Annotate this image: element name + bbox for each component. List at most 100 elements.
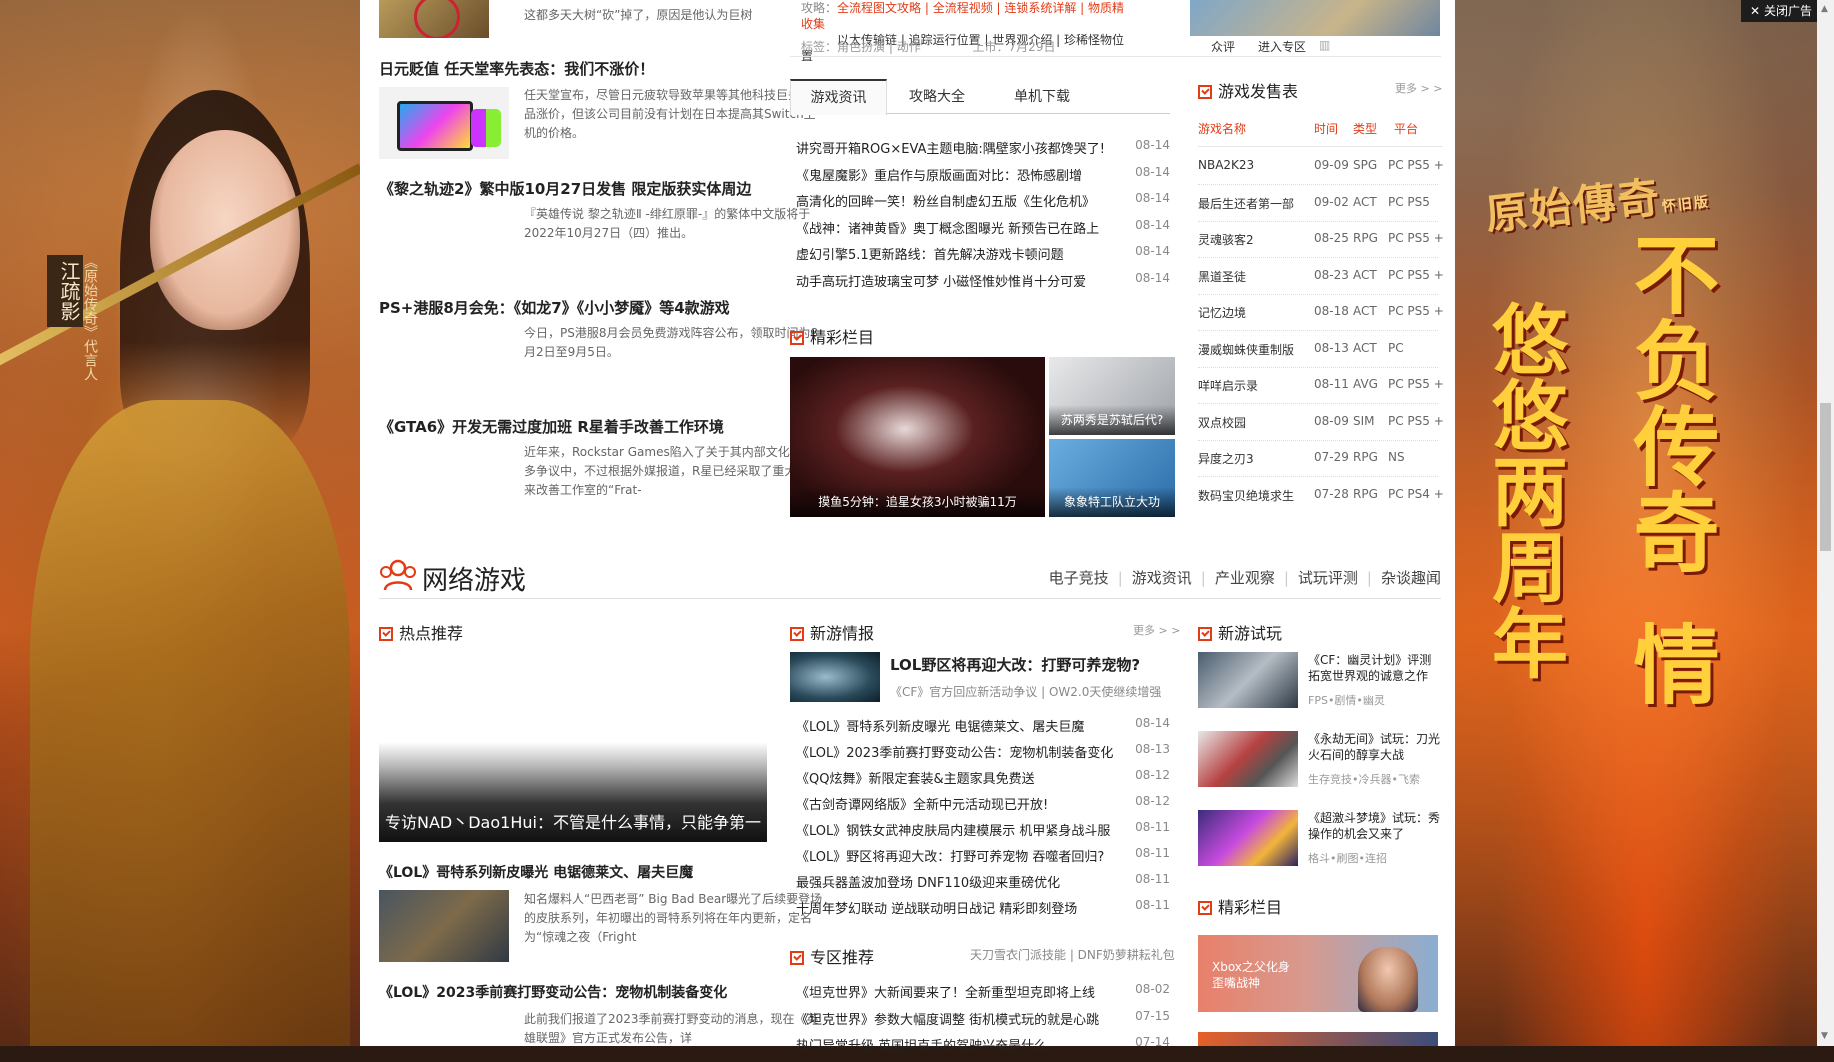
list-item-title[interactable]: 《战神：诸神黄昏》奥丁概念图曝光 新预告已在路上 [796,218,1126,237]
game-name[interactable]: 咩咩启示录 [1198,377,1258,394]
more-link[interactable]: 更多 > > [1395,80,1442,96]
news-title[interactable]: 日元贬值 任天堂率先表态：我们不涨价！ [379,58,654,79]
table-row[interactable]: 记忆边境 08-18 ACT PC PS5 + [1198,294,1444,331]
list-item-title[interactable]: 《LOL》钢铁女武神皮肤局内建模展示 机甲紧身战斗服 [796,820,1128,839]
nav-link-esports[interactable]: 电子竞技 [1049,569,1109,587]
trial-thumb[interactable] [1198,652,1298,708]
nav-link-industry[interactable]: 产业观察 [1215,569,1275,587]
table-row[interactable]: 漫威蜘蛛侠重制版 08-13 ACT PC [1198,331,1438,368]
lead-news-sub[interactable]: 《CF》官方回应新活动争议 | OW2.0天使继续增强 [890,683,1161,700]
list-item-title[interactable]: 讲究哥开箱ROG×EVA主题电脑:隅壁家小孩都馋哭了! [796,138,1126,157]
list-item-title[interactable]: 热门异常升级 英国坦克手的驾驶兴奋是什么 [796,1035,1128,1054]
list-item[interactable]: 《LOL》哥特系列新皮曝光 电锯德莱文、屠夫巨魔 08-14 [796,716,1170,742]
list-item-title[interactable]: 《坦克世界》大新闻要来了！全新重型坦克即将上线 [796,982,1128,1001]
game-name[interactable]: 双点校园 [1198,414,1246,431]
table-row[interactable]: NBA2K23 09-09 SPG PC PS5 + [1198,148,1444,185]
game-name[interactable]: NBA2K23 [1198,158,1254,172]
list-item[interactable]: 《LOL》钢铁女武神皮肤局内建模展示 机甲紧身战斗服 08-11 [796,820,1170,846]
lead-news-thumb[interactable] [790,652,880,702]
more-link[interactable]: 更多 > > [1133,622,1180,638]
left-ad-banner[interactable]: 江疏影 《原始传奇》代言人 [0,0,364,1046]
list-item-title[interactable]: 《QQ炫舞》新限定套装&主题家具免费送 [796,768,1128,787]
list-item[interactable]: 《LOL》2023季前赛打野变动公告：宠物机制装备变化 08-13 [796,742,1170,768]
list-item-date: 07-14 [1135,1035,1170,1049]
featured-small-image[interactable]: 苏两秀是苏轼后代? [1049,357,1175,435]
list-item[interactable]: 《坦克世界》参数大幅度调整 街机模式玩的就是心跳 07-15 [796,1009,1170,1036]
list-item-title[interactable]: 动手高玩打造玻璃宝可梦 小磁怪惟妙惟肖十分可爱 [796,271,1126,290]
game-name[interactable]: 记忆边境 [1198,304,1246,321]
list-item-title[interactable]: 《LOL》2023季前赛打野变动公告：宠物机制装备变化 [796,742,1128,761]
featured2-banner[interactable]: Xbox之父化身 歪嘴战神 [1198,935,1438,1012]
trial-title[interactable]: 《永劫无间》试玩：刀光火石间的醇享大战 [1308,731,1443,763]
list-item-title[interactable]: 十周年梦幻联动 逆战联动明日战记 精彩即刻登场 [796,898,1128,917]
list-item[interactable]: 十周年梦幻联动 逆战联动明日战记 精彩即刻登场 08-11 [796,898,1170,924]
table-row[interactable]: 异度之刃3 07-29 RPG NS [1198,440,1438,477]
table-row[interactable]: 灵魂骇客2 08-25 RPG PC PS5 + [1198,221,1444,258]
news-title[interactable]: 《LOL》2023季前赛打野变动公告：宠物机制装备变化 [379,982,727,1002]
game-name[interactable]: 最后生还者第一部 [1198,195,1294,212]
enter-zone-link[interactable]: 进入专区 [1258,38,1306,55]
list-item-title[interactable]: 虚幻引擎5.1更新路线：首先解决游戏卡顿问题 [796,244,1126,263]
table-row[interactable]: 黑道圣徒 08-23 ACT PC PS5 + [1198,258,1444,295]
list-item-title[interactable]: 《古剑奇谭网络版》全新中元活动现已开放! [796,794,1128,813]
game-name[interactable]: 数码宝贝绝境求生 [1198,487,1294,504]
list-item[interactable]: 热门异常升级 英国坦克手的驾驶兴奋是什么 07-14 [796,1035,1170,1062]
scroll-down-icon[interactable]: ▼ [1821,1031,1828,1041]
list-item[interactable]: 讲究哥开箱ROG×EVA主题电脑:隅壁家小孩都馋哭了! 08-14 [796,138,1170,165]
table-row[interactable]: 双点校园 08-09 SIM PC PS5 + [1198,404,1444,441]
game-name[interactable]: 黑道圣徒 [1198,268,1246,285]
game-cover-image[interactable] [1190,0,1440,36]
hot-slide[interactable]: 专访NAD丶Dao1Hui：不管是什么事情，只能争第一 [379,650,767,842]
trial-thumb[interactable] [1198,810,1298,866]
tab-guides[interactable]: 攻略大全 [887,80,987,114]
nav-link-misc[interactable]: 杂谈趣闻 [1381,569,1441,587]
trial-title[interactable]: 《CF：幽灵计划》评测 拓宽世界观的诚意之作 [1308,652,1443,684]
scrollbar-thumb[interactable] [1820,403,1831,551]
list-item[interactable]: 高清化的回眸一笑！粉丝自制虚幻五版《生化危机》 08-14 [796,191,1170,218]
list-item[interactable]: 《战神：诸神黄昏》奥丁概念图曝光 新预告已在路上 08-14 [796,218,1170,245]
featured-small-image[interactable]: 象象特工队立大功 [1049,439,1175,517]
list-item[interactable]: 《古剑奇谭网络版》全新中元活动现已开放! 08-12 [796,794,1170,820]
list-item[interactable]: 《坦克世界》大新闻要来了！全新重型坦克即将上线 08-02 [796,982,1170,1009]
news-thumb[interactable] [379,890,509,962]
tab-downloads[interactable]: 单机下载 [987,80,1097,114]
list-item[interactable]: 《鬼屋魔影》重启作与原版画面对比：恐怖感剧增 08-14 [796,165,1170,192]
list-item-title[interactable]: 《LOL》哥特系列新皮曝光 电锯德莱文、屠夫巨魔 [796,716,1128,735]
game-name[interactable]: 灵魂骇客2 [1198,231,1254,248]
col-header: 游戏名称 [1198,122,1247,136]
zone-links[interactable]: 天刀雪衣门派技能 | DNF奶萝耕耘礼包 [970,946,1175,963]
score-link[interactable]: 众评 [1211,38,1235,55]
table-row[interactable]: 咩咩启示录 08-11 AVG PC PS5 + [1198,367,1444,404]
list-item-title[interactable]: 《LOL》野区将再迎大改：打野可养宠物 吞噬者回归? [796,846,1128,865]
list-item[interactable]: 《LOL》野区将再迎大改：打野可养宠物 吞噬者回归? 08-11 [796,846,1170,872]
guide-links-row-1[interactable]: 全流程图文攻略 | 全流程视频 | 连锁系统详解 | 物质精收集 [801,1,1124,31]
list-item[interactable]: 最强兵器盖波加登场 DNF110级迎来重磅优化 08-11 [796,872,1170,898]
list-item[interactable]: 动手高玩打造玻璃宝可梦 小磁怪惟妙惟肖十分可爱 08-14 [796,271,1170,298]
game-name[interactable]: 异度之刃3 [1198,450,1254,467]
scroll-up-icon[interactable]: ▲ [1821,4,1828,14]
news-title[interactable]: 《黎之轨迹2》繁中版10月27日发售 限定版获实体周边 [379,178,751,199]
trial-title[interactable]: 《超激斗梦境》试玩：秀操作的机会又来了 [1308,810,1443,842]
list-item[interactable]: 《QQ炫舞》新限定套装&主题家具免费送 08-12 [796,768,1170,794]
table-row[interactable]: 最后生还者第一部 09-02 ACT PC PS5 [1198,185,1438,222]
nav-link-reviews[interactable]: 试玩评测 [1298,569,1358,587]
table-row[interactable]: 数码宝贝绝境求生 07-28 RPG PC PS4 + [1198,477,1444,513]
game-name[interactable]: 漫威蜘蛛侠重制版 [1198,341,1294,358]
lead-news-title[interactable]: LOL野区将再迎大改：打野可养宠物? [890,654,1140,675]
featured2-banner-2[interactable] [1198,1032,1438,1046]
tab-game-news[interactable]: 游戏资讯 [790,79,887,115]
nav-link-news[interactable]: 游戏资讯 [1132,569,1192,587]
list-item-title[interactable]: 《鬼屋魔影》重启作与原版画面对比：恐怖感剧增 [796,165,1126,184]
news-title[interactable]: 《GTA6》开发无需过度加班 R星着手改善工作环境 [379,416,724,437]
close-ad-button[interactable]: ✕ 关闭广告 [1741,0,1821,22]
trial-thumb[interactable] [1198,731,1298,787]
featured-big-image[interactable]: 摸鱼5分钟：追星女孩3小时被骗11万 [790,357,1045,517]
list-item-title[interactable]: 高清化的回眸一笑！粉丝自制虚幻五版《生化危机》 [796,191,1126,210]
news-title[interactable]: 《LOL》哥特系列新皮曝光 电锯德莱文、屠夫巨魔 [379,862,693,882]
list-item-title[interactable]: 《坦克世界》参数大幅度调整 街机模式玩的就是心跳 [796,1009,1128,1028]
news-thumb[interactable] [379,87,509,159]
news-title[interactable]: PS+港服8月会免：《如龙7》《小小梦魇》等4款游戏 [379,297,730,318]
list-item[interactable]: 虚幻引擎5.1更新路线：首先解决游戏卡顿问题 08-14 [796,244,1170,271]
news-thumb[interactable] [379,0,489,38]
list-item-title[interactable]: 最强兵器盖波加登场 DNF110级迎来重磅优化 [796,872,1128,891]
